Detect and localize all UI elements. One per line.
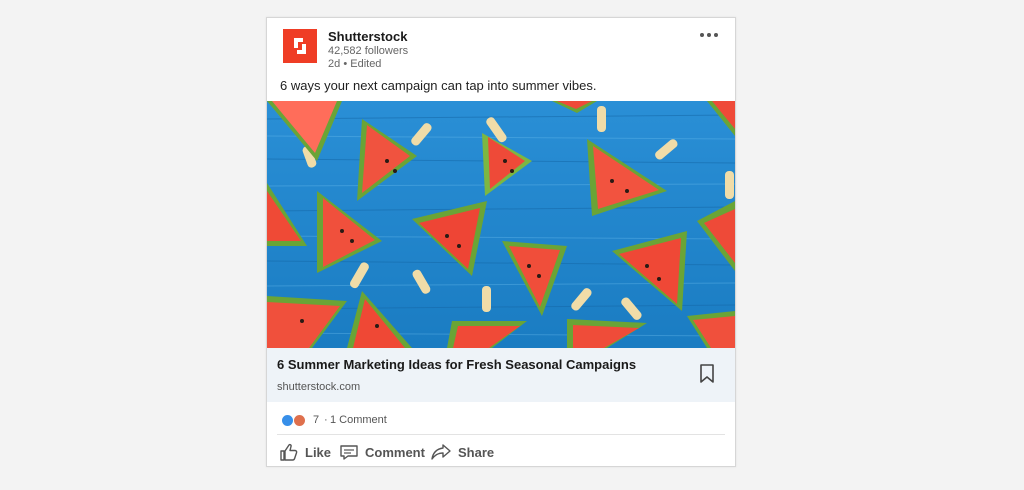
share-label: Share bbox=[458, 444, 495, 460]
post-time: 2d • Edited bbox=[328, 58, 381, 70]
divider bbox=[277, 434, 725, 435]
post-text: 6 ways your next campaign can tap into s… bbox=[280, 78, 597, 93]
follower-count: 42,582 followers bbox=[328, 45, 409, 57]
like-button[interactable]: Like bbox=[279, 440, 331, 464]
watermelon-popsicles-image[interactable] bbox=[267, 101, 735, 348]
post-header: Shutterstock 42,582 followers 2d • Edite… bbox=[267, 18, 735, 78]
comment-count[interactable]: 1 Comment bbox=[330, 414, 387, 426]
reaction-count[interactable]: 7 bbox=[313, 414, 319, 426]
shutterstock-logo[interactable] bbox=[283, 29, 317, 63]
thumbs-up-icon bbox=[280, 443, 298, 461]
reaction-icons[interactable] bbox=[281, 414, 309, 428]
post-age: 2d bbox=[328, 58, 341, 70]
social-separator: · bbox=[324, 414, 328, 426]
share-arrow-icon bbox=[431, 444, 451, 460]
edited-label: Edited bbox=[350, 58, 382, 70]
link-title[interactable]: 6 Summer Marketing Ideas for Fresh Seaso… bbox=[277, 357, 636, 372]
share-button[interactable]: Share bbox=[430, 440, 494, 464]
love-reaction-icon bbox=[293, 414, 306, 427]
comment-icon bbox=[340, 445, 358, 460]
post-actions: Like Comment Share bbox=[267, 438, 735, 466]
bookmark-icon[interactable] bbox=[699, 364, 715, 384]
comment-label: Comment bbox=[365, 444, 425, 460]
like-label: Like bbox=[305, 444, 332, 460]
link-preview[interactable]: 6 Summer Marketing Ideas for Fresh Seaso… bbox=[267, 348, 735, 402]
comment-button[interactable]: Comment bbox=[339, 440, 425, 464]
link-domain: shutterstock.com bbox=[277, 381, 361, 393]
company-name[interactable]: Shutterstock bbox=[328, 29, 407, 44]
ellipsis-icon[interactable] bbox=[699, 28, 723, 42]
feed-post-card: Shutterstock 42,582 followers 2d • Edite… bbox=[266, 17, 736, 467]
time-separator: • bbox=[343, 58, 348, 70]
